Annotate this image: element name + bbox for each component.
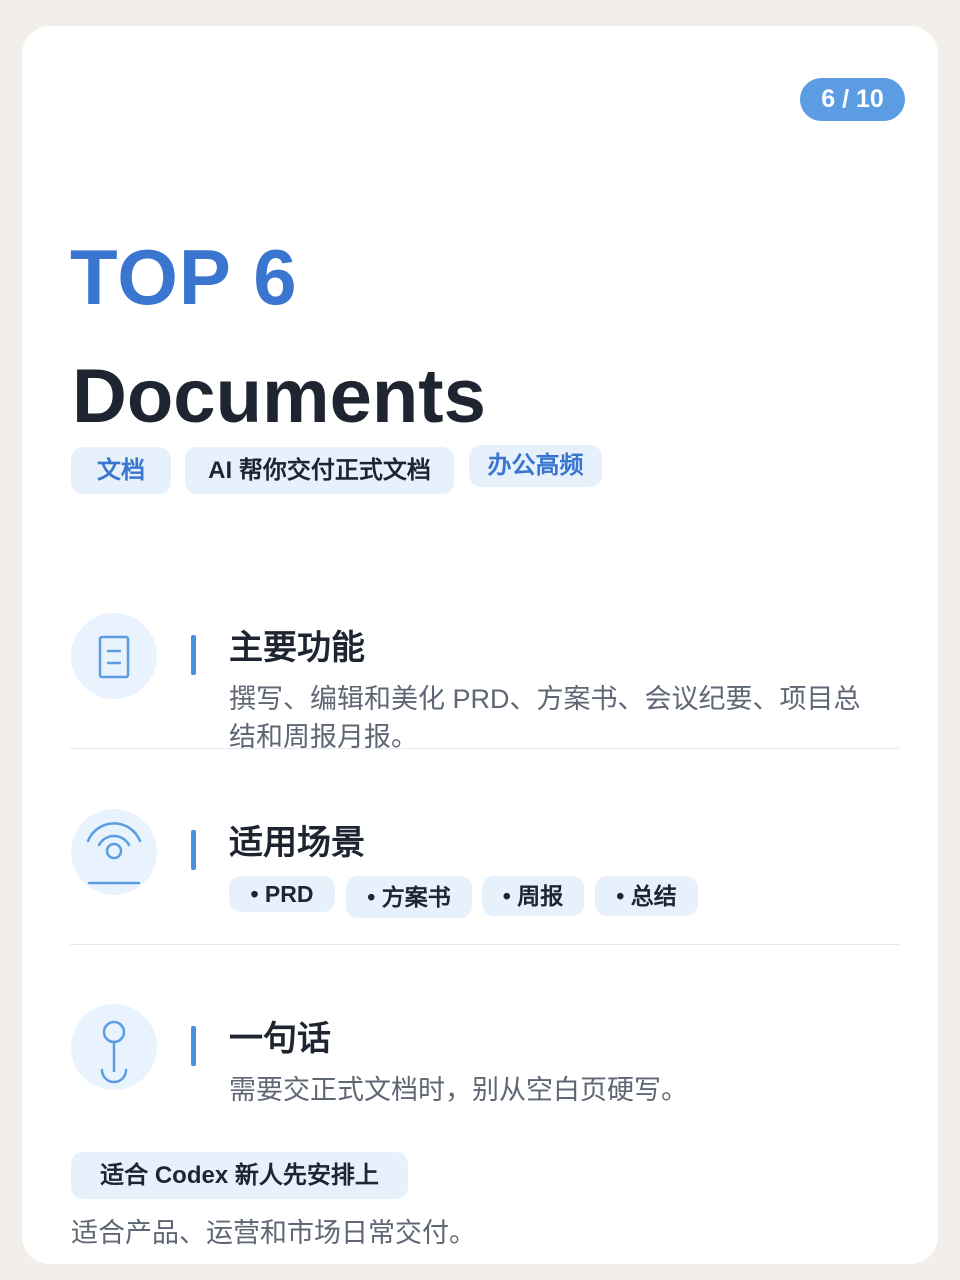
scene-wave-icon — [71, 809, 157, 895]
section-title-scenarios: 适用场景 — [229, 824, 365, 862]
section-title-one-liner: 一句话 — [229, 1020, 331, 1058]
section-text-features-line1: 撰写、编辑和美化 PRD、方案书、会议纪要、项目总 — [229, 684, 861, 714]
rank-label: TOP 6 — [70, 233, 298, 321]
tag-frequency: 办公高频 — [469, 445, 602, 487]
scenario-chip-prd: • PRD — [229, 876, 335, 912]
scenario-chip-weekly: • 周报 — [482, 876, 584, 916]
page-indicator-badge: 6 / 10 — [800, 78, 905, 121]
document-icon — [71, 613, 157, 699]
tag-category: 文档 — [71, 447, 171, 494]
section-accent-bar — [191, 635, 196, 675]
section-accent-bar — [191, 830, 196, 870]
scenario-chip-summary: • 总结 — [595, 876, 698, 916]
section-divider — [70, 748, 899, 749]
pin-icon — [71, 1004, 157, 1090]
footer-recommend-tag: 适合 Codex 新人先安排上 — [71, 1152, 408, 1199]
section-divider — [70, 944, 899, 945]
scenario-chip-proposal: • 方案书 — [346, 876, 472, 918]
tag-description: AI 帮你交付正式文档 — [185, 447, 454, 494]
section-text-features-line2: 结和周报月报。 — [229, 722, 418, 752]
page-title: Documents — [72, 354, 486, 439]
section-title-features: 主要功能 — [229, 629, 365, 667]
section-accent-bar — [191, 1026, 196, 1066]
footer-text: 适合产品、运营和市场日常交付。 — [71, 1218, 476, 1248]
section-text-one-liner: 需要交正式文档时，别从空白页硬写。 — [229, 1075, 688, 1105]
